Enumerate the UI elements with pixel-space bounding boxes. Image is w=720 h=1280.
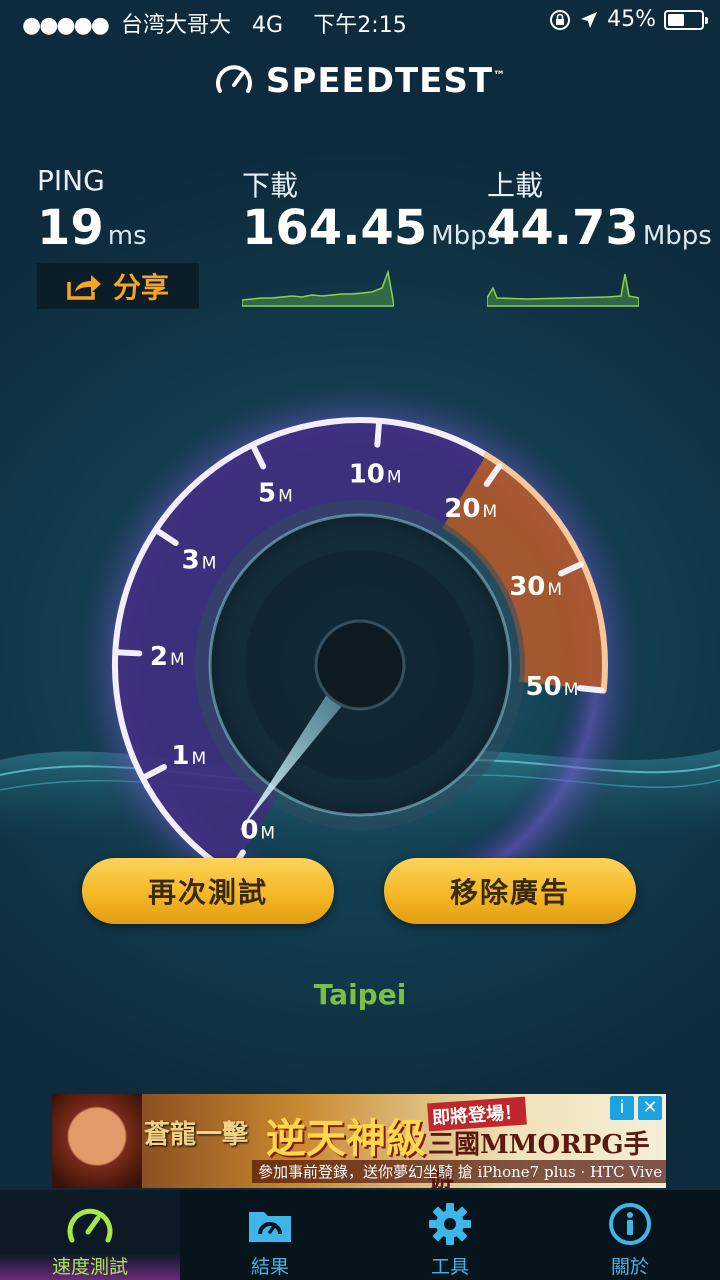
tab-about-label: 關於	[610, 1256, 649, 1278]
app-header: SPEEDTEST™	[0, 56, 720, 106]
retest-button[interactable]: 再次測試	[82, 858, 334, 924]
ad-game-logo: 蒼龍一擊	[144, 1120, 249, 1150]
status-bar: ●●●●● 台湾大哥大 4G 下午2:15 45%	[0, 0, 720, 40]
gauge-tick-10M	[374, 419, 383, 448]
ad-close-icon[interactable]: ✕	[638, 1096, 662, 1120]
download-sparkline	[242, 269, 394, 307]
tab-about[interactable]: 關於	[540, 1190, 720, 1280]
upload-result: 44.73 Mbps	[487, 200, 712, 256]
ping-unit: ms	[107, 221, 147, 251]
ad-banner[interactable]: 蒼龍一擊 逆天神級 即將登場！ 三國MMORPG手遊 參加事前登錄，送你夢幻坐騎…	[52, 1094, 666, 1188]
tab-bar: 速度測試 結果 工具 關於	[0, 1190, 720, 1280]
ping-result: 19 ms	[37, 200, 147, 256]
remove-ads-button[interactable]: 移除廣告	[384, 858, 636, 924]
rotation-lock-icon	[550, 9, 571, 30]
trademark-symbol: ™	[493, 68, 507, 83]
upload-unit: Mbps	[642, 221, 712, 251]
upload-label: 上載	[487, 169, 544, 202]
ping-value: 19	[37, 200, 104, 256]
tab-results-label: 結果	[250, 1256, 289, 1278]
results-folder-icon	[249, 1212, 291, 1242]
tab-tools[interactable]: 工具	[360, 1190, 540, 1280]
share-icon	[67, 275, 101, 300]
battery-percent: 45%	[607, 7, 656, 32]
ping-label: PING	[37, 164, 105, 197]
tab-results[interactable]: 結果	[180, 1190, 360, 1280]
download-value: 164.45	[242, 200, 428, 256]
speed-gauge: 0 M1 M2 M3 M5 M10 M20 M30 M50 M	[70, 380, 650, 860]
download-label: 下載	[242, 169, 299, 202]
gauge-tick-50M	[576, 685, 605, 694]
gauge-hub	[314, 619, 406, 711]
gear-icon	[429, 1203, 471, 1245]
ad-info-icon[interactable]: i	[610, 1096, 634, 1120]
ad-promo-text: 參加事前登錄，送你夢幻坐騎 搶 iPhone7 plus · HTC Vive	[252, 1160, 666, 1183]
battery-icon	[664, 9, 708, 30]
download-result: 164.45 Mbps	[242, 200, 500, 256]
tab-tools-label: 工具	[430, 1256, 469, 1278]
share-button[interactable]: 分享	[37, 263, 199, 309]
share-label: 分享	[112, 271, 169, 304]
gauge-tick-2M	[114, 649, 143, 657]
speedtest-logo-icon	[215, 65, 252, 93]
server-location[interactable]: Taipei	[0, 978, 720, 1011]
tab-speed-test[interactable]: 速度測試	[0, 1190, 180, 1280]
info-icon	[609, 1203, 651, 1245]
upload-sparkline	[487, 273, 639, 307]
upload-value: 44.73	[487, 200, 639, 256]
app-title: SPEEDTEST™	[265, 61, 507, 101]
ad-headline: 逆天神級	[266, 1115, 426, 1162]
status-right: 45%	[549, 7, 708, 32]
location-arrow-icon	[581, 11, 598, 28]
tab-speed-test-label: 速度測試	[51, 1256, 128, 1278]
ad-character-image	[52, 1094, 142, 1188]
speedometer-icon	[67, 1208, 113, 1243]
